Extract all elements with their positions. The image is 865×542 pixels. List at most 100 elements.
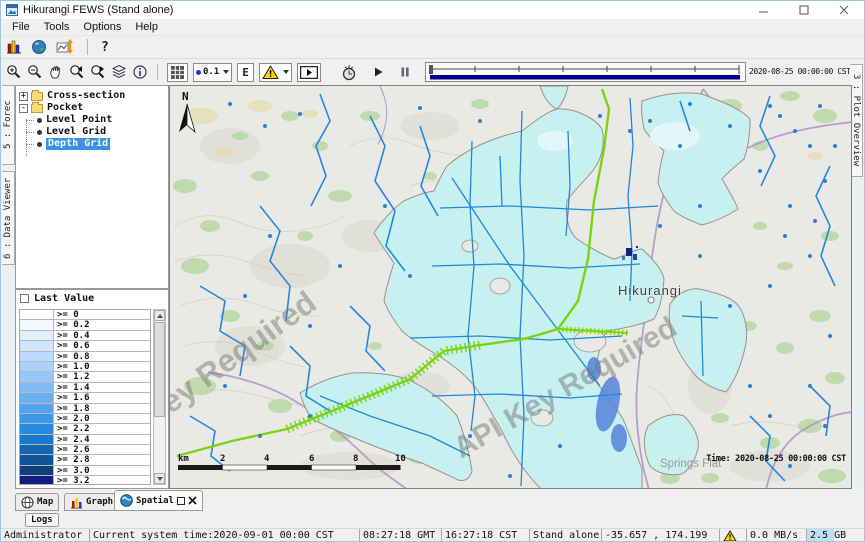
window-title: Hikurangi FEWS (Stand alone) [23, 4, 173, 16]
legend-swatch [20, 341, 54, 350]
play-icon[interactable] [371, 62, 385, 82]
tab-spatial[interactable]: Spatial [114, 490, 203, 511]
tree-item-depth-grid[interactable]: Depth Grid [16, 138, 168, 150]
warning-triangle-icon [262, 65, 279, 80]
menu-options[interactable]: Options [76, 20, 128, 34]
animation-settings-icon[interactable] [340, 62, 358, 82]
layers-icon[interactable] [111, 62, 127, 82]
database-charts-icon[interactable] [6, 37, 22, 57]
thresholds-dropdown[interactable] [259, 63, 292, 82]
globe-icon[interactable] [31, 37, 47, 57]
legend-label: >= 2.0 [54, 414, 90, 423]
scroll-down-icon[interactable] [154, 473, 165, 484]
help-icon[interactable]: ? [101, 37, 109, 57]
minimize-button[interactable] [744, 1, 784, 19]
legend-swatch [20, 372, 54, 381]
legend-row[interactable]: >= 1.6 [20, 393, 150, 403]
undock-icon[interactable] [177, 497, 185, 505]
timeline-slider[interactable] [425, 62, 746, 82]
logs-button[interactable]: Logs [25, 513, 59, 527]
animation-panel-button[interactable] [297, 63, 321, 82]
zoom-in-icon[interactable] [6, 62, 22, 82]
legend-swatch [20, 445, 54, 454]
tree-connector [26, 132, 34, 133]
zoom-next-icon[interactable] [90, 62, 106, 82]
legend-toggle-button[interactable]: E [237, 63, 254, 82]
legend-row[interactable]: >= 3.0 [20, 466, 150, 476]
tree-item-level-grid[interactable]: Level Grid [16, 126, 168, 138]
close-tab-icon[interactable] [188, 496, 197, 505]
legend-row[interactable]: >= 0.4 [20, 331, 150, 341]
legend-row[interactable]: >= 2.4 [20, 435, 150, 445]
legend-row[interactable]: >= 1.4 [20, 383, 150, 393]
legend-swatch [20, 310, 54, 319]
tab-graph[interactable]: Graph [64, 493, 119, 511]
legend-swatch [20, 466, 54, 475]
menu-file[interactable]: File [5, 20, 37, 34]
close-button[interactable] [824, 1, 864, 19]
status-warning-cell[interactable] [719, 529, 746, 542]
tree-item-label: Level Point [46, 114, 112, 126]
zoom-out-icon[interactable] [27, 62, 43, 82]
map-canvas[interactable]: Hikurangi Springs Flat API Key Required … [170, 86, 852, 489]
legend-label: >= 0 [54, 310, 79, 319]
legend-list: >= 0 >= 0.2 >= 0.4 >= 0.6 >= 0.8 >= 1.0 … [19, 309, 151, 485]
legend-swatch [20, 435, 54, 444]
tree-connector [26, 119, 27, 156]
grid-display-button[interactable] [167, 63, 188, 82]
statusbar: Administrator Current system time:2020-0… [1, 528, 864, 542]
timeline-thumb[interactable] [429, 65, 433, 74]
tab-data-viewer[interactable]: 6 : Data Viewer [2, 171, 15, 265]
tab-forecast[interactable]: 5 : Forec [2, 85, 15, 165]
tab-map[interactable]: Map [15, 493, 59, 511]
legend-row[interactable]: >= 2.8 [20, 455, 150, 465]
legend-swatch [20, 352, 54, 361]
legend-label: >= 1.4 [54, 383, 90, 392]
tree-item-cross-section[interactable]: + Cross-section [16, 90, 168, 102]
scroll-up-icon[interactable] [154, 310, 165, 321]
legend-label: >= 1.0 [54, 362, 90, 371]
status-memory: 2.5 GB [806, 529, 865, 542]
legend-row[interactable]: >= 0 [20, 310, 150, 320]
legend-row[interactable]: >= 2.0 [20, 414, 150, 424]
bullet-icon [37, 142, 42, 147]
pause-icon[interactable] [398, 62, 412, 82]
class-dot-icon [196, 70, 201, 75]
status-local-time: 16:27:18 CST [441, 529, 529, 542]
collapse-icon[interactable]: - [19, 104, 28, 113]
legend-row[interactable]: >= 1.8 [20, 404, 150, 414]
legend-row[interactable]: >= 3.2 [20, 476, 150, 485]
menu-help[interactable]: Help [128, 20, 165, 34]
last-value-checkbox[interactable] [20, 294, 29, 303]
legend-row[interactable]: >= 0.2 [20, 320, 150, 330]
scrollbar-thumb[interactable] [154, 322, 165, 417]
tree-connector [26, 120, 34, 121]
scale-unit: km [178, 454, 189, 464]
chart-export-icon[interactable] [56, 37, 74, 57]
legend-scrollbar[interactable] [153, 309, 166, 485]
legend-label: >= 0.8 [54, 352, 90, 361]
legend-label: >= 3.2 [54, 476, 90, 485]
logs-row: Logs [1, 513, 864, 528]
legend-swatch [20, 404, 54, 413]
legend-row[interactable]: >= 1.2 [20, 372, 150, 382]
tree-item-level-point[interactable]: Level Point [16, 114, 168, 126]
legend-row[interactable]: >= 2.2 [20, 424, 150, 434]
maximize-button[interactable] [784, 1, 824, 19]
legend-row[interactable]: >= 0.8 [20, 352, 150, 362]
contour-interval-dropdown[interactable]: 0.1 [193, 63, 232, 82]
menu-tools[interactable]: Tools [37, 20, 77, 34]
legend-row[interactable]: >= 1.0 [20, 362, 150, 372]
legend-row[interactable]: >= 2.6 [20, 445, 150, 455]
status-coordinates: -35.657 , 174.199 [601, 529, 719, 542]
zoom-previous-icon[interactable] [69, 62, 85, 82]
legend-panel: Last Value >= 0 >= 0.2 >= 0.4 >= 0.6 >= … [15, 289, 169, 489]
expand-icon[interactable]: + [19, 92, 28, 101]
scale-tick: 8 [353, 454, 358, 464]
status-mode: Stand alone [529, 529, 601, 542]
legend-row[interactable]: >= 0.6 [20, 341, 150, 351]
tree-item-pocket[interactable]: - Pocket [16, 102, 168, 114]
pan-hand-icon[interactable] [48, 62, 64, 82]
legend-e-label: E [240, 66, 251, 79]
info-icon[interactable] [132, 62, 148, 82]
